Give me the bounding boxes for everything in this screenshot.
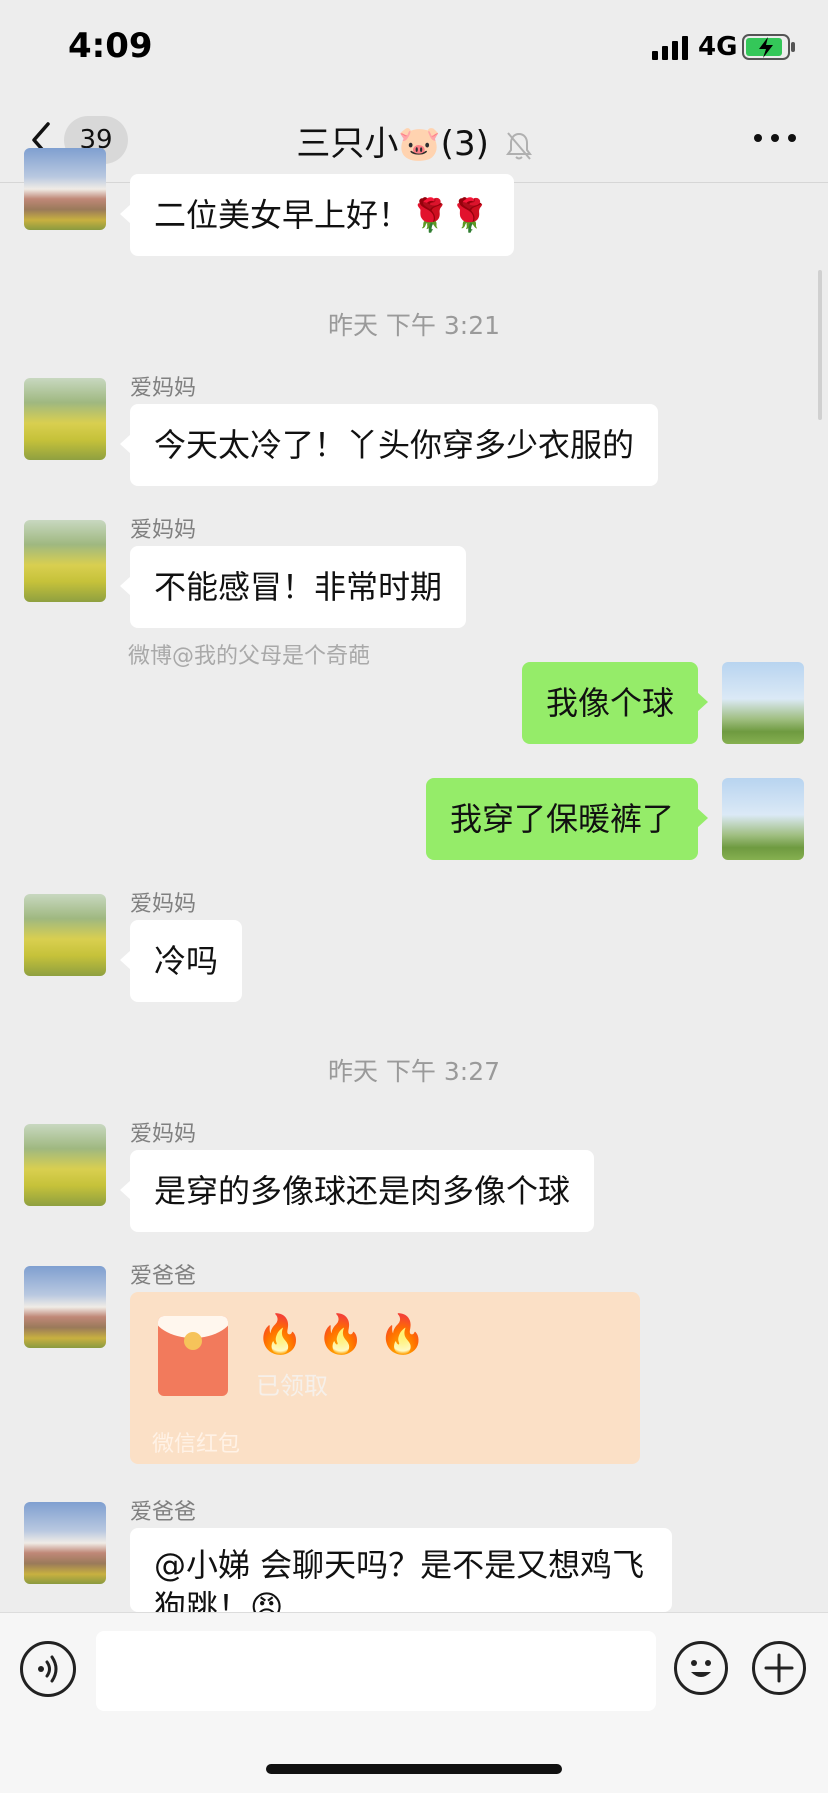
avatar-mom[interactable] [24,1124,106,1206]
message-bubble[interactable]: 今天太冷了！丫头你穿多少衣服的 [119,404,659,486]
sender-name: 爱爸爸 [130,1500,197,1525]
more-functions-button[interactable] [752,1641,806,1695]
avatar-me[interactable] [722,662,804,744]
home-indicator[interactable] [266,1764,562,1774]
sender-name: 爱妈妈 [130,518,197,543]
voice-icon [38,1655,58,1683]
avatar-dad[interactable] [24,1502,106,1584]
avatar-dad[interactable] [24,148,106,230]
timestamp: 昨天 下午 3:21 [327,311,501,340]
chat-title-container: 三只小🐷(3) [0,116,828,165]
plus-icon [764,1653,794,1683]
status-bar: 4:09 4G [0,0,828,100]
avatar-mom[interactable] [24,894,106,976]
red-packet-title: 🔥🔥🔥 [256,1312,440,1356]
battery-charging-icon [742,34,795,60]
message-bubble[interactable]: 二位美女早上好！🌹🌹 [120,174,514,256]
red-packet-status: 已领取 [256,1372,328,1400]
nav-bar: 39 三只小🐷(3) [0,100,828,183]
red-packet-label: 微信红包 [152,1432,241,1457]
sender-name: 爱妈妈 [130,892,197,917]
red-packet-icon [158,1316,228,1396]
message-bubble-sent[interactable]: 我穿了保暖裤了 [425,778,709,860]
status-time: 4:09 [68,26,153,66]
voice-input-button[interactable] [20,1641,76,1697]
timestamp: 昨天 下午 3:27 [327,1057,501,1086]
message-input[interactable] [96,1631,656,1711]
message-bubble[interactable]: 不能感冒！非常时期 [119,546,467,628]
signal-icon [652,36,688,60]
avatar-dad[interactable] [24,1266,106,1348]
avatar-mom[interactable] [24,378,106,460]
smile-icon [691,1660,711,1677]
mute-bell-icon [505,131,532,160]
more-options-icon[interactable] [750,128,800,148]
message-bubble[interactable]: 冷吗 [119,920,243,1002]
red-packet-coin [184,1332,202,1350]
message-bubble[interactable]: @小娣 会聊天吗？是不是又想鸡飞狗跳！😡 [130,1528,672,1612]
avatar-mom[interactable] [24,520,106,602]
chat-title[interactable]: 三只小🐷(3) [296,116,489,165]
sender-name: 爱妈妈 [130,1122,197,1147]
message-bubble[interactable]: 是穿的多像球还是肉多像个球 [119,1150,595,1232]
sender-name: 爱爸爸 [130,1264,197,1289]
scrollbar[interactable] [818,270,822,420]
network-label: 4G [698,32,738,62]
message-bubble-sent[interactable]: 我像个球 [521,662,709,744]
avatar-me[interactable] [722,778,804,860]
red-packet-card[interactable]: 🔥🔥🔥 已领取 微信红包 [130,1292,640,1464]
sender-name: 爱妈妈 [130,376,197,401]
emoji-button[interactable] [674,1641,728,1695]
watermark-text: 微博@我的父母是个奇葩 [128,644,371,669]
